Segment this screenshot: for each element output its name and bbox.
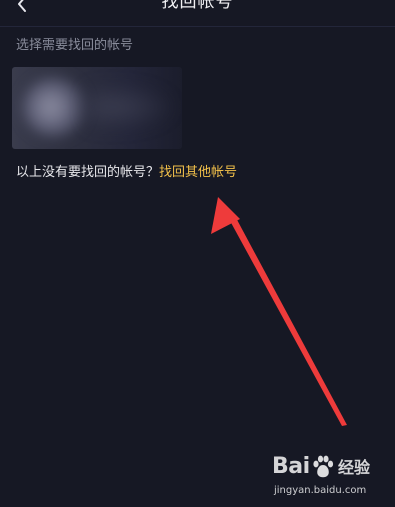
page: 找回帐号 选择需要找回的帐号 以上没有要找回的帐号？找回其他帐号 Bai 经验 …: [0, 0, 395, 507]
avatar: [22, 77, 86, 137]
arrow-head: [211, 197, 240, 234]
recover-other-account-link[interactable]: 找回其他帐号: [159, 165, 237, 180]
paw-icon: [313, 455, 334, 478]
top-bar: 找回帐号: [0, 0, 395, 27]
page-title: 找回帐号: [161, 0, 234, 12]
watermark-brand: Bai: [272, 454, 310, 479]
other-account-row: 以上没有要找回的帐号？找回其他帐号: [16, 164, 237, 182]
watermark-product: 经验: [338, 458, 371, 477]
account-item[interactable]: [12, 67, 182, 149]
baidu-jingyan-watermark: Bai 经验 jingyan.baidu.com: [272, 453, 390, 503]
account-name-blurred: [87, 85, 172, 129]
account-list-label: 选择需要找回的帐号: [16, 38, 134, 53]
other-account-prompt: 以上没有要找回的帐号？: [16, 165, 160, 180]
watermark-url: jingyan.baidu.com: [274, 485, 367, 496]
arrow-shaft: [229, 216, 347, 426]
